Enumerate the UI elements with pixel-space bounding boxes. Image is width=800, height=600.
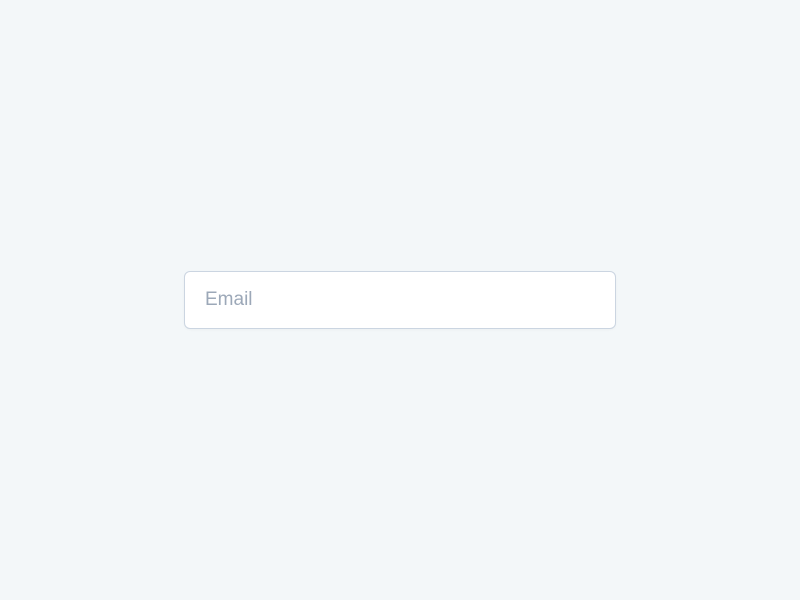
email-field-wrapper (184, 271, 616, 329)
email-field[interactable] (184, 271, 616, 329)
